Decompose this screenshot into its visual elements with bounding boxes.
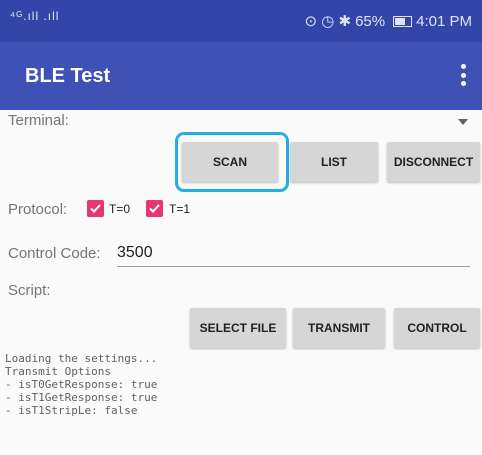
t0-label: T=0 — [109, 202, 131, 216]
terminal-label: Terminal: — [8, 112, 69, 129]
status-indicators: ⊙ ◷ ✱ 65% 4:01 PM — [304, 12, 472, 31]
status-icons: ⊙ ◷ ✱ — [304, 13, 352, 30]
transmit-button[interactable]: TRANSMIT — [293, 308, 385, 348]
log-line: - isT1GetResponse: true — [5, 391, 158, 404]
checkmark-icon — [149, 204, 160, 213]
log-line: - isT1StripLe: false — [5, 404, 138, 417]
scan-button-highlight — [175, 132, 289, 192]
t1-checkbox[interactable] — [146, 200, 163, 217]
status-bar: ⁴ᴳ.ıll .ıll ⊙ ◷ ✱ 65% 4:01 PM — [0, 0, 482, 42]
select-file-button[interactable]: SELECT FILE — [190, 308, 286, 348]
terminal-dropdown-icon[interactable] — [458, 119, 468, 125]
battery-percent: 65% — [355, 12, 386, 30]
log-output: Loading the settings... Transmit Options… — [5, 352, 157, 417]
log-line: - isT0GetResponse: true — [5, 378, 158, 391]
control-code-input[interactable]: 3500 — [117, 244, 153, 262]
disconnect-button[interactable]: DISCONNECT — [387, 142, 480, 182]
t1-label: T=1 — [169, 202, 191, 216]
protocol-label: Protocol: — [8, 201, 68, 218]
checkmark-icon — [90, 204, 101, 213]
app-title: BLE Test — [25, 65, 111, 87]
battery-icon — [393, 15, 413, 27]
log-line: Loading the settings... — [5, 352, 158, 365]
list-button[interactable]: LIST — [290, 142, 378, 182]
overflow-menu-icon[interactable] — [460, 64, 466, 86]
control-code-label: Control Code: — [8, 245, 101, 262]
log-line: Transmit Options — [5, 365, 111, 378]
clock: 4:01 PM — [416, 12, 472, 30]
script-label: Script: — [8, 282, 51, 299]
app-bar: BLE Test — [0, 42, 482, 110]
control-button[interactable]: CONTROL — [394, 308, 480, 348]
t0-checkbox[interactable] — [87, 200, 104, 217]
signal-indicators: ⁴ᴳ.ıll .ıll — [10, 9, 60, 23]
control-code-underline — [117, 266, 470, 267]
